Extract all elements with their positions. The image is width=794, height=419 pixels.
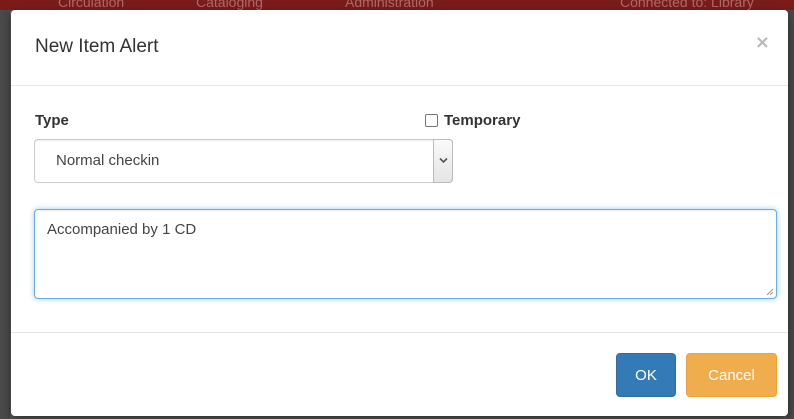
alert-note-textarea[interactable]: Accompanied by 1 CD	[34, 209, 777, 299]
dialog-header: New Item Alert ×	[11, 10, 788, 86]
chevron-down-icon	[439, 157, 448, 164]
ok-button[interactable]: OK	[616, 353, 676, 397]
dialog-footer: OK Cancel	[11, 332, 788, 416]
alert-note-text: Accompanied by 1 CD	[47, 221, 197, 238]
temporary-checkbox[interactable]	[425, 114, 438, 127]
close-button[interactable]: ×	[755, 32, 770, 53]
background-overlay-left	[0, 10, 10, 419]
dialog-title: New Item Alert	[35, 36, 159, 57]
background-nav-item: Circulation	[58, 0, 125, 10]
type-select[interactable]: Normal checkin	[34, 139, 453, 183]
background-nav-item: Connected to: Library	[620, 0, 754, 10]
resize-grip-icon[interactable]	[766, 288, 774, 296]
background-nav-item: Cataloging	[196, 0, 263, 10]
type-select-dropdown-button[interactable]	[433, 139, 453, 183]
background-navbar: Circulation Cataloging Administration Co…	[0, 0, 794, 10]
new-item-alert-dialog: New Item Alert × Type Temporary Normal c…	[11, 10, 788, 416]
temporary-option[interactable]: Temporary	[425, 112, 520, 129]
dialog-body: Type Temporary Normal checkin Accompanie…	[11, 86, 788, 332]
background-nav-item: Administration	[345, 0, 434, 10]
type-label: Type	[35, 112, 69, 129]
type-select-value: Normal checkin	[56, 152, 160, 169]
cancel-button[interactable]: Cancel	[686, 353, 777, 397]
temporary-label[interactable]: Temporary	[444, 112, 520, 129]
